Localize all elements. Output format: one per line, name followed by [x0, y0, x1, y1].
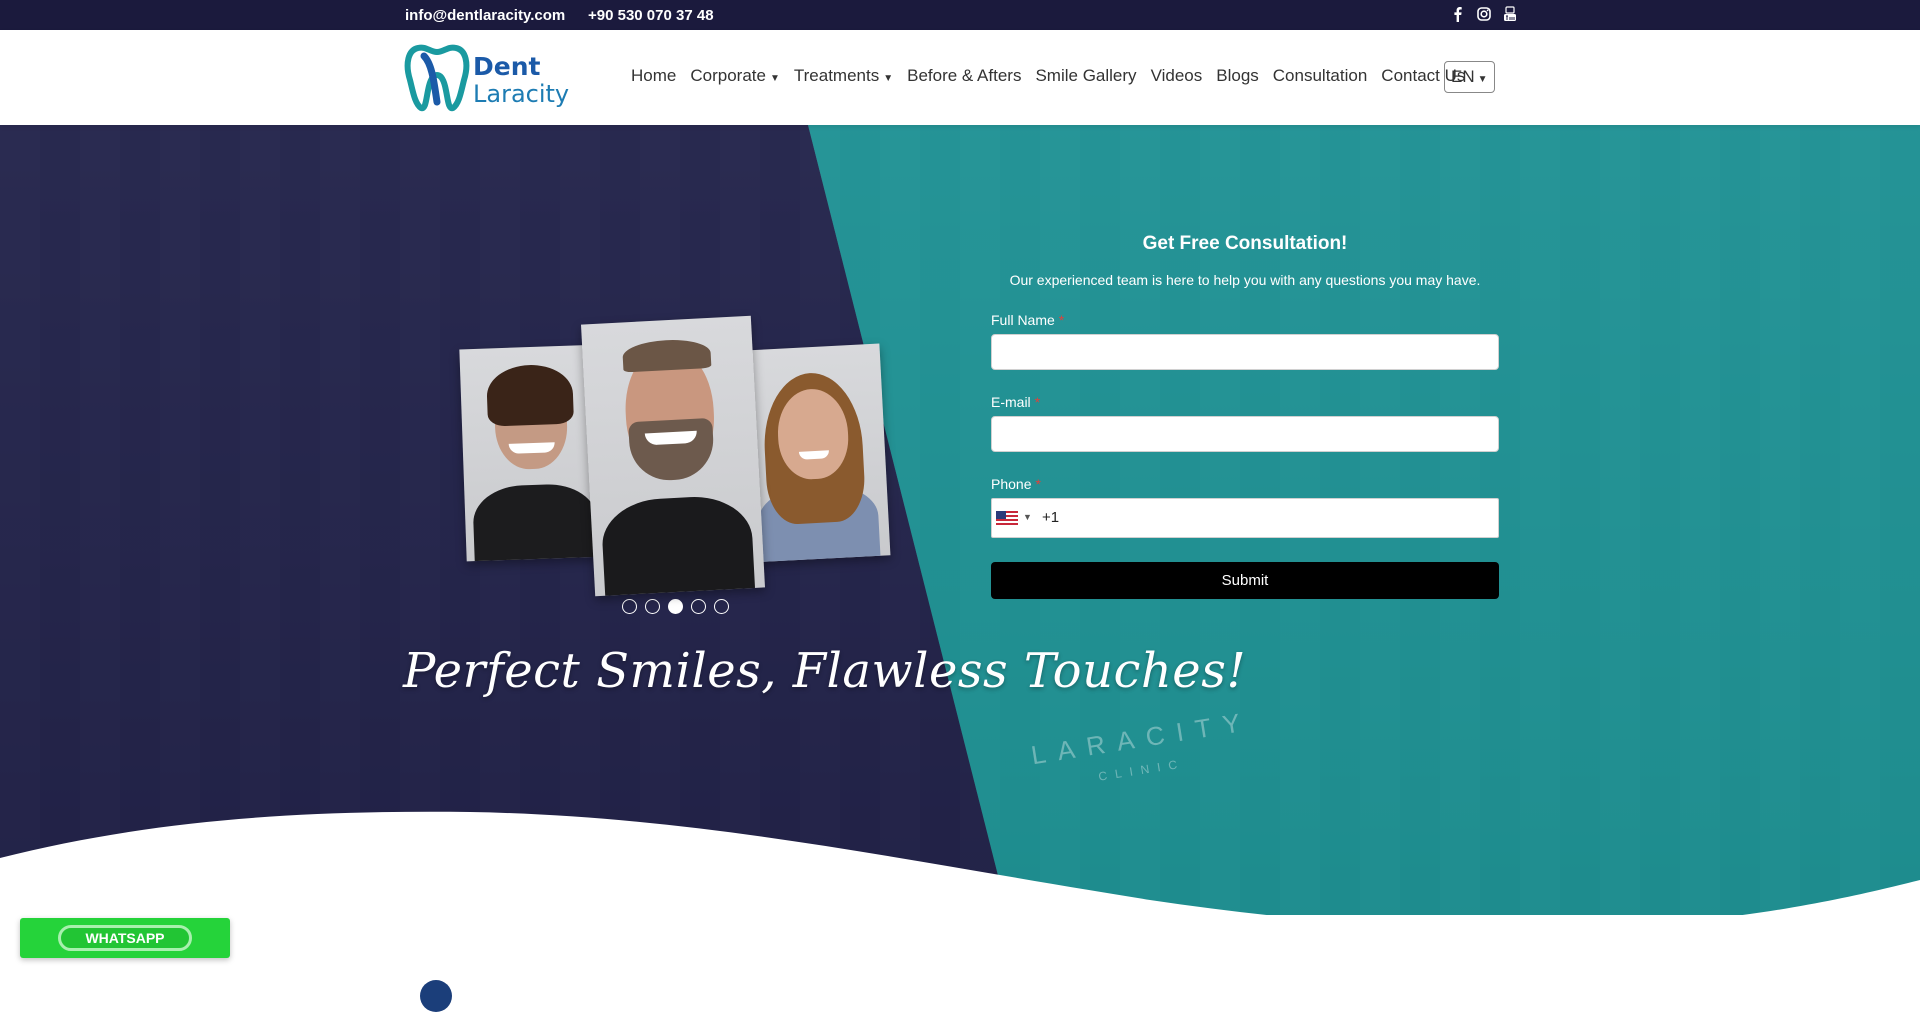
email-label: E-mail * [991, 394, 1041, 410]
nav-item-corporate[interactable]: Corporate ▼ [690, 66, 780, 86]
nav-item-smile-gallery[interactable]: Smile Gallery [1035, 66, 1136, 86]
nav-item-consultation[interactable]: Consultation [1273, 66, 1368, 86]
top-bar: info@dentlaracity.com +90 530 070 37 48 [0, 0, 1920, 30]
slider-dots [622, 599, 729, 614]
section-icon [420, 980, 452, 1012]
chevron-down-icon: ▼ [1477, 74, 1488, 85]
chevron-down-icon: ▼ [883, 73, 894, 84]
slider-dot-2[interactable] [645, 599, 660, 614]
nav-item-home[interactable]: Home [631, 66, 676, 86]
contact-email-link[interactable]: info@dentlaracity.com [405, 7, 565, 24]
full-name-input[interactable] [991, 334, 1499, 370]
whatsapp-button[interactable]: WHATSAPP [20, 918, 230, 958]
language-label: EN [1451, 67, 1475, 86]
hero-bottom-wave [0, 790, 1920, 940]
consultation-form: Get Free Consultation! Our experienced t… [991, 233, 1499, 599]
form-subtitle: Our experienced team is here to help you… [1009, 272, 1481, 288]
chevron-down-icon: ▼ [769, 73, 780, 84]
phone-dial-code: +1 [1042, 509, 1060, 526]
team-photo-right [739, 343, 891, 563]
form-title: Get Free Consultation! [1142, 233, 1348, 254]
phone-input[interactable]: ▼ +1 [991, 498, 1499, 538]
nav-item-before-afters[interactable]: Before & Afters [907, 66, 1021, 86]
team-photo-center [580, 315, 766, 597]
instagram-icon[interactable] [1476, 6, 1492, 22]
hero-slogan: Perfect Smiles, Flawless Touches! [403, 643, 1247, 699]
main-nav: Home Corporate ▼ Treatments ▼ Before & Aft… [631, 66, 1479, 86]
youtube-icon[interactable] [1502, 6, 1518, 22]
us-flag-icon[interactable] [996, 511, 1018, 526]
logo-text-dent: Dent [473, 52, 541, 81]
country-dropdown-icon[interactable]: ▼ [1023, 512, 1032, 522]
language-selector[interactable]: EN ▼ [1444, 61, 1495, 93]
slider-dot-1[interactable] [622, 599, 637, 614]
tooth-logo-icon [404, 44, 470, 112]
nav-item-blogs[interactable]: Blogs [1216, 66, 1259, 86]
slider-dot-4[interactable] [691, 599, 706, 614]
logo-text-laracity: Laracity [473, 80, 570, 108]
nav-item-videos[interactable]: Videos [1151, 66, 1203, 86]
social-links [1450, 6, 1518, 22]
required-marker: * [1058, 312, 1065, 328]
email-input[interactable] [991, 416, 1499, 452]
required-marker: * [1034, 394, 1041, 410]
required-marker: * [1035, 476, 1041, 492]
site-header: Dent Laracity Home Corporate ▼ Treatments… [0, 30, 1920, 125]
slider-dot-5[interactable] [714, 599, 729, 614]
whatsapp-label: WHATSAPP [58, 925, 192, 951]
dent-laracity-logo[interactable]: Dent Laracity [404, 42, 574, 112]
full-name-label: Full Name * [991, 312, 1065, 328]
facebook-icon[interactable] [1450, 6, 1466, 22]
slider-dot-3[interactable] [668, 599, 683, 614]
phone-label: Phone * [991, 476, 1041, 492]
contact-phone-link[interactable]: +90 530 070 37 48 [588, 7, 714, 24]
nav-item-treatments[interactable]: Treatments ▼ [794, 66, 893, 86]
submit-button[interactable]: Submit [991, 562, 1499, 599]
